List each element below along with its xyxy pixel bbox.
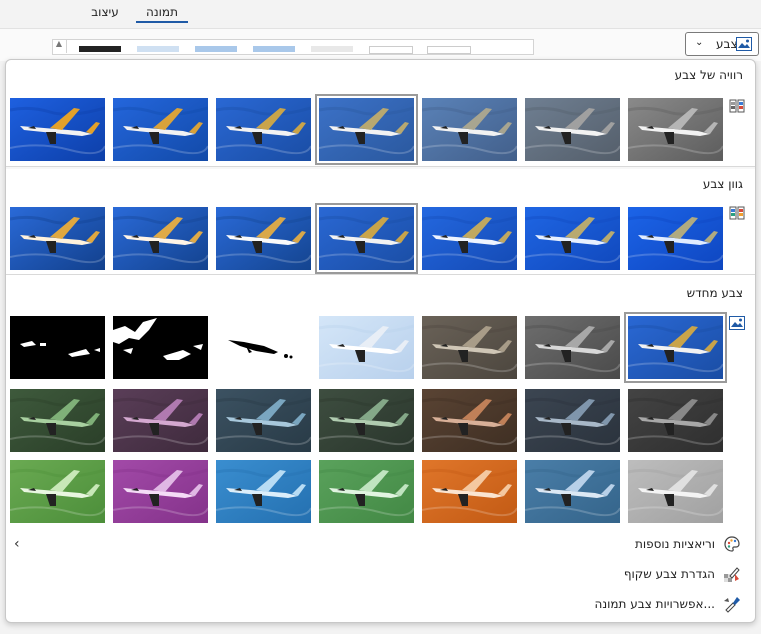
color-option-thumbnail[interactable] xyxy=(628,207,723,270)
gallery-scroll-up[interactable]: ▲ xyxy=(52,39,67,53)
color-option-thumbnail[interactable] xyxy=(422,98,517,161)
color-button[interactable]: ⌄ צבע xyxy=(685,32,759,56)
chevron-down-icon: ⌄ xyxy=(695,37,704,48)
ribbon-tabs: עיצוב תמונה xyxy=(0,0,761,27)
chevron-left-icon[interactable]: ‹ xyxy=(14,536,20,552)
set-transparent-color-label: הגדרת צבע שקוף xyxy=(623,567,715,581)
gallery-thumb[interactable] xyxy=(427,46,471,54)
color-option-thumbnail[interactable] xyxy=(315,94,418,165)
picture-color-options-label: אפשרויות צבע תמונה... xyxy=(594,597,715,611)
color-option-thumbnail[interactable] xyxy=(216,460,311,523)
picture-color-options-icon xyxy=(723,595,741,613)
section-gap xyxy=(6,167,755,169)
color-option-thumbnail[interactable] xyxy=(10,389,105,452)
color-option-thumbnail[interactable] xyxy=(422,389,517,452)
gallery-thumb[interactable] xyxy=(79,46,121,52)
section-title-saturation: רוויה של צבע xyxy=(674,68,743,82)
color-option-thumbnail[interactable] xyxy=(525,316,620,379)
color-option-thumbnail[interactable] xyxy=(10,460,105,523)
color-option-thumbnail[interactable] xyxy=(319,389,414,452)
set-transparent-color-item[interactable]: הגדרת צבע שקוף xyxy=(441,565,741,585)
ribbon-content: ▲ xyxy=(0,28,761,61)
color-option-thumbnail[interactable] xyxy=(628,460,723,523)
color-option-thumbnail[interactable] xyxy=(525,460,620,523)
color-option-thumbnail[interactable] xyxy=(422,207,517,270)
color-option-thumbnail[interactable] xyxy=(10,207,105,270)
color-option-thumbnail[interactable] xyxy=(525,389,620,452)
section-title-recolor: צבע מחדש xyxy=(686,286,743,300)
saturation-icon xyxy=(729,99,745,113)
color-option-thumbnail[interactable] xyxy=(624,312,727,383)
picture-color-icon xyxy=(736,37,752,54)
color-option-thumbnail[interactable] xyxy=(216,316,311,379)
gallery-thumb[interactable] xyxy=(311,46,353,52)
gallery-thumb[interactable] xyxy=(369,46,413,54)
gallery-thumb[interactable] xyxy=(195,46,237,52)
more-variations-label: וריאציות נוספות xyxy=(634,537,715,551)
color-option-thumbnail[interactable] xyxy=(525,207,620,270)
color-option-thumbnail[interactable] xyxy=(113,98,208,161)
section-divider xyxy=(6,274,755,275)
color-option-thumbnail[interactable] xyxy=(315,203,418,274)
recolor-icon xyxy=(729,316,745,330)
color-option-thumbnail[interactable] xyxy=(319,460,414,523)
picture-color-options-item[interactable]: אפשרויות צבע תמונה... xyxy=(441,595,741,615)
color-option-thumbnail[interactable] xyxy=(422,316,517,379)
color-option-thumbnail[interactable] xyxy=(113,316,208,379)
color-option-thumbnail[interactable] xyxy=(319,316,414,379)
color-option-thumbnail[interactable] xyxy=(113,207,208,270)
color-option-thumbnail[interactable] xyxy=(10,316,105,379)
color-option-thumbnail[interactable] xyxy=(216,207,311,270)
color-option-thumbnail[interactable] xyxy=(113,460,208,523)
color-option-thumbnail[interactable] xyxy=(422,460,517,523)
color-option-thumbnail[interactable] xyxy=(628,98,723,161)
tab-picture[interactable]: תמונה xyxy=(136,3,188,23)
gallery-thumb[interactable] xyxy=(253,46,295,52)
tab-design[interactable]: עיצוב xyxy=(76,3,134,21)
color-option-thumbnail[interactable] xyxy=(216,389,311,452)
transparent-color-icon xyxy=(723,565,741,583)
color-dropdown-panel: רוויה של צבע גוון צבע צבע מחדש ‹ וריאציו… xyxy=(5,59,756,623)
color-option-thumbnail[interactable] xyxy=(216,98,311,161)
more-variations-item[interactable]: וריאציות נוספות xyxy=(441,535,741,555)
section-title-tone: גוון צבע xyxy=(702,177,743,191)
tone-icon xyxy=(729,206,745,220)
color-option-thumbnail[interactable] xyxy=(113,389,208,452)
color-option-thumbnail[interactable] xyxy=(525,98,620,161)
palette-icon xyxy=(723,535,741,553)
color-option-thumbnail[interactable] xyxy=(628,389,723,452)
picture-styles-gallery[interactable]: ▲ xyxy=(52,39,534,55)
color-option-thumbnail[interactable] xyxy=(10,98,105,161)
gallery-thumb[interactable] xyxy=(137,46,179,52)
color-button-label: צבע xyxy=(716,37,738,51)
